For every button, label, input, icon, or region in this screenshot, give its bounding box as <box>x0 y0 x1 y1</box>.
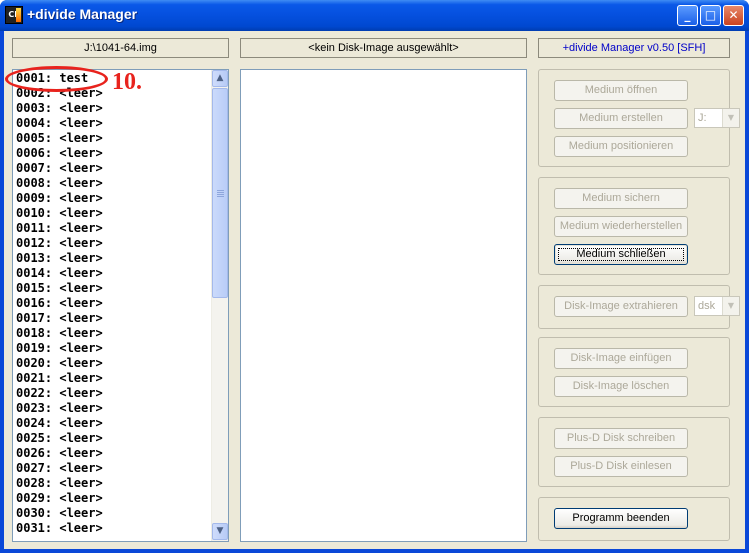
disk-image-content-pane[interactable] <box>240 69 527 542</box>
extract-group: Disk-Image extrahieren dsk ▼ <box>538 285 740 329</box>
list-item[interactable]: 0028: <leer> <box>16 476 103 491</box>
list-item[interactable]: 0021: <leer> <box>16 371 103 386</box>
insert-delete-group: Disk-Image einfügen Disk-Image löschen <box>538 337 730 407</box>
list-item[interactable]: 0009: <leer> <box>16 191 103 206</box>
medium-sichern-button[interactable]: Medium sichern <box>554 188 688 209</box>
version-label: +divide Manager v0.50 [SFH] <box>538 38 730 58</box>
disk-image-einfuegen-button[interactable]: Disk-Image einfügen <box>554 348 688 369</box>
programm-beenden-button[interactable]: Programm beenden <box>554 508 688 529</box>
scroll-grip-line <box>217 194 224 195</box>
plusd-einlesen-button[interactable]: Plus-D Disk einlesen <box>554 456 688 477</box>
list-item[interactable]: 0017: <leer> <box>16 311 103 326</box>
scroll-up-button[interactable]: ▲ <box>212 70 228 87</box>
scroll-grip-line <box>217 196 224 197</box>
app-window: CF +divide Manager _ □ ✕ J:\1041-64.img … <box>0 0 749 553</box>
list-item[interactable]: 0018: <leer> <box>16 326 103 341</box>
slot-list[interactable]: 0001: test 0002: <leer> 0003: <leer> 000… <box>12 69 229 542</box>
list-item[interactable]: 0005: <leer> <box>16 131 103 146</box>
scroll-thumb[interactable] <box>212 88 228 298</box>
list-item[interactable]: 0015: <leer> <box>16 281 103 296</box>
disk-image-status-label: <kein Disk-Image ausgewählt> <box>240 38 527 58</box>
list-item[interactable]: 0019: <leer> <box>16 341 103 356</box>
list-item[interactable]: 0022: <leer> <box>16 386 103 401</box>
list-item[interactable]: 0016: <leer> <box>16 296 103 311</box>
client-area: J:\1041-64.img <kein Disk-Image ausgewäh… <box>4 31 745 549</box>
backup-group: Medium sichern Medium wiederherstellen M… <box>538 177 730 275</box>
chevron-down-icon[interactable]: ▼ <box>722 297 739 315</box>
extension-select[interactable]: dsk ▼ <box>694 296 740 316</box>
scroll-grip-line <box>217 192 224 193</box>
list-item[interactable]: 0030: <leer> <box>16 506 103 521</box>
annotation-label: 10. <box>112 69 142 95</box>
list-item[interactable]: 0027: <leer> <box>16 461 103 476</box>
list-item[interactable]: 0011: <leer> <box>16 221 103 236</box>
list-item[interactable]: 0006: <leer> <box>16 146 103 161</box>
extension-select-value: dsk <box>698 300 716 312</box>
list-item[interactable]: 0025: <leer> <box>16 431 103 446</box>
image-path-label: J:\1041-64.img <box>12 38 229 58</box>
list-item[interactable]: 0026: <leer> <box>16 446 103 461</box>
maximize-button[interactable]: □ <box>700 5 721 26</box>
list-item[interactable]: 0020: <leer> <box>16 356 103 371</box>
window-title: +divide Manager <box>27 6 138 22</box>
focus-ring <box>558 248 684 261</box>
list-item[interactable]: 0024: <leer> <box>16 416 103 431</box>
list-item[interactable]: 0023: <leer> <box>16 401 103 416</box>
scroll-grip-line <box>217 190 224 191</box>
scroll-down-button[interactable]: ▼ <box>212 523 228 540</box>
vertical-scrollbar[interactable]: ▲ ▼ <box>211 70 228 541</box>
close-icon: ✕ <box>728 8 739 22</box>
list-item[interactable]: 0007: <leer> <box>16 161 103 176</box>
chevron-up-icon: ▲ <box>216 73 224 83</box>
disk-image-loeschen-button[interactable]: Disk-Image löschen <box>554 376 688 397</box>
medium-wiederherstellen-button[interactable]: Medium wiederherstellen <box>554 216 688 237</box>
chevron-down-icon: ▼ <box>216 526 224 536</box>
list-item[interactable]: 0004: <leer> <box>16 116 103 131</box>
annotation-ellipse <box>5 66 108 92</box>
medium-group: Medium öffnen Medium erstellen J: ▼ Medi… <box>538 69 740 167</box>
app-icon[interactable]: CF <box>5 6 23 24</box>
medium-positionieren-button[interactable]: Medium positionieren <box>554 136 688 157</box>
minimize-icon: _ <box>684 8 691 22</box>
list-item[interactable]: 0014: <leer> <box>16 266 103 281</box>
disk-image-extrahieren-button[interactable]: Disk-Image extrahieren <box>554 296 688 317</box>
medium-erstellen-button[interactable]: Medium erstellen <box>554 108 688 129</box>
minimize-button[interactable]: _ <box>677 5 698 26</box>
list-item[interactable]: 0013: <leer> <box>16 251 103 266</box>
medium-schliessen-button[interactable]: Medium schließen <box>554 244 688 265</box>
list-item[interactable]: 0031: <leer> <box>16 521 103 536</box>
maximize-icon: □ <box>704 8 717 22</box>
plusd-group: Plus-D Disk schreiben Plus-D Disk einles… <box>538 417 730 487</box>
drive-select-value: J: <box>698 112 707 124</box>
exit-group: Programm beenden <box>538 497 730 541</box>
app-icon-accent <box>16 8 21 22</box>
list-item[interactable]: 0012: <leer> <box>16 236 103 251</box>
title-bar[interactable]: CF +divide Manager _ □ ✕ <box>0 0 749 31</box>
list-item[interactable]: 0029: <leer> <box>16 491 103 506</box>
medium-oeffnen-button[interactable]: Medium öffnen <box>554 80 688 101</box>
list-item[interactable]: 0008: <leer> <box>16 176 103 191</box>
list-item[interactable]: 0010: <leer> <box>16 206 103 221</box>
list-item[interactable]: 0003: <leer> <box>16 101 103 116</box>
drive-select[interactable]: J: ▼ <box>694 108 740 128</box>
plusd-schreiben-button[interactable]: Plus-D Disk schreiben <box>554 428 688 449</box>
close-button[interactable]: ✕ <box>723 5 744 26</box>
chevron-down-icon[interactable]: ▼ <box>722 109 739 127</box>
